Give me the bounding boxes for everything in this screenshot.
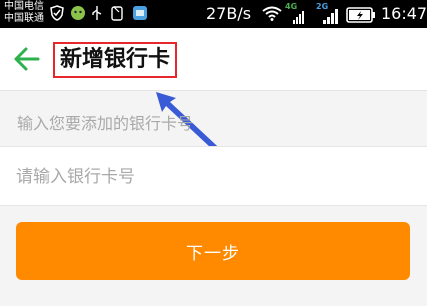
carrier-2: 中国联通 <box>4 13 44 24</box>
shield-icon <box>50 5 64 25</box>
net-speed: 27B/s <box>206 4 252 23</box>
form-hint: 输入您要添加的银行卡号 <box>17 114 194 133</box>
app-icon <box>132 5 148 25</box>
battery-icon <box>346 7 376 27</box>
signal-icon <box>323 8 341 28</box>
usb-icon <box>91 5 103 25</box>
clock-time: 16:47 <box>381 4 427 23</box>
signal-icon <box>293 9 305 28</box>
carrier-labels: 中国电信 中国联通 <box>4 1 44 25</box>
page-title: 新增银行卡 <box>53 42 178 78</box>
card-number-input[interactable] <box>14 160 418 194</box>
phone-icon <box>110 5 124 25</box>
next-step-button[interactable]: 下一步 <box>16 222 410 280</box>
wifi-icon <box>262 6 282 25</box>
app-header: 新增银行卡 <box>0 28 427 91</box>
carrier-1: 中国电信 <box>4 1 44 12</box>
card-number-row <box>0 146 427 206</box>
back-arrow-icon <box>8 47 44 80</box>
back-button[interactable] <box>8 42 44 76</box>
status-bar: 中国电信 中国联通 27B/s 4G 2G 16:47 <box>0 0 427 28</box>
face-icon <box>70 5 86 25</box>
